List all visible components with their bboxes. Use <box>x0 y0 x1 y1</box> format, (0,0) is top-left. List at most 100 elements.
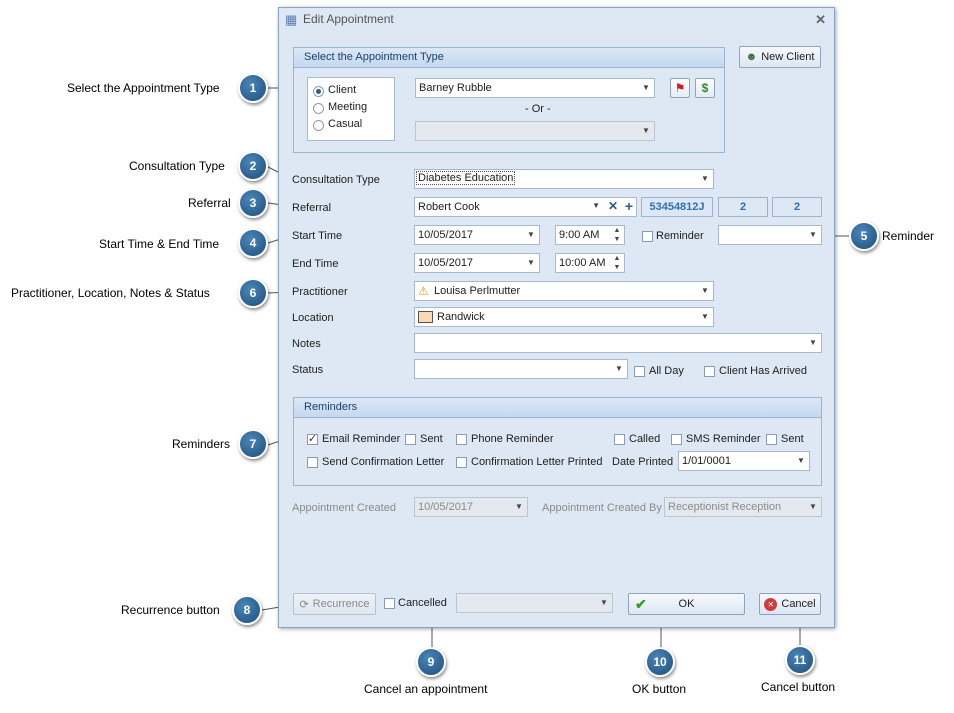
practitioner-select[interactable]: ⚠ Louisa Perlmutter ▼ <box>414 281 714 301</box>
date-printed-value: 1/01/0001 <box>682 455 731 467</box>
start-time-spinner[interactable]: 9:00 AM ▲ ▼ <box>555 225 625 245</box>
new-client-label: New Client <box>761 51 815 63</box>
radio-meeting-label: Meeting <box>328 101 368 113</box>
reminder-checkbox[interactable] <box>642 231 653 242</box>
client-arrived-label: Client Has Arrived <box>719 365 808 377</box>
location-color-swatch <box>418 311 433 323</box>
chevron-down-icon: ▼ <box>600 598 608 607</box>
spin-arrows-icon[interactable]: ▲ ▼ <box>612 226 622 244</box>
appointment-created-field: 10/05/2017 ▼ <box>414 497 528 517</box>
referral-value: Robert Cook <box>418 201 480 213</box>
client-arrived-checkbox[interactable] <box>704 366 715 377</box>
cancelled-checkbox[interactable] <box>384 598 395 609</box>
title-bar[interactable]: ▦ Edit Appointment ✕ <box>279 8 834 32</box>
callout-label-cancel-appointment: Cancel an appointment <box>364 682 488 696</box>
referral-id: 53454812J <box>641 197 713 217</box>
chevron-down-icon: ▼ <box>527 258 535 267</box>
callout-label-ok: OK button <box>632 682 687 696</box>
chevron-down-icon: ▼ <box>809 502 817 511</box>
ok-button[interactable]: ✔ OK <box>628 593 745 615</box>
end-time-spinner[interactable]: 10:00 AM ▲ ▼ <box>555 253 625 273</box>
sms-reminder-checkbox[interactable] <box>671 434 682 445</box>
radio-casual-label: Casual <box>328 118 363 130</box>
new-client-button[interactable]: ☻ New Client <box>739 46 821 68</box>
phone-reminder-checkbox[interactable] <box>456 434 467 445</box>
calendar-icon: ▦ <box>285 12 298 27</box>
reminder-label: Reminder <box>656 230 704 242</box>
spin-arrows-icon[interactable]: ▲ ▼ <box>612 254 622 272</box>
callout-label-consultation-type: Consultation Type <box>129 159 225 173</box>
email-reminder-checkbox[interactable] <box>307 432 318 445</box>
add-icon[interactable]: + <box>625 198 633 214</box>
confirmation-printed-label: Confirmation Letter Printed <box>471 456 603 468</box>
location-value: Randwick <box>437 311 485 323</box>
chevron-down-icon: ▼ <box>701 174 709 183</box>
all-day-checkbox[interactable] <box>634 366 645 377</box>
client-select[interactable]: Barney Rubble ▼ <box>415 78 655 98</box>
appointment-type-group: Select the Appointment Type Client Meeti… <box>293 47 725 153</box>
status-select[interactable]: ▼ <box>414 359 628 379</box>
practitioner-label: Practitioner <box>292 286 348 298</box>
date-printed-picker[interactable]: 1/01/0001 ▼ <box>678 451 810 471</box>
referral-count-2: 2 <box>772 197 822 217</box>
location-label: Location <box>292 312 334 324</box>
radio-client[interactable] <box>313 86 324 97</box>
warning-icon: ⚠ <box>418 284 429 298</box>
appointment-created-by-value: Receptionist Reception <box>668 501 782 513</box>
other-appointment-select[interactable]: ▼ <box>415 121 655 141</box>
notes-label: Notes <box>292 338 321 350</box>
sms-reminder-label: SMS Reminder <box>686 433 761 445</box>
callout-badge-5: 5 <box>849 221 879 251</box>
appointment-created-label: Appointment Created <box>292 502 396 514</box>
recurrence-button[interactable]: ⟳ Recurrence <box>293 593 376 615</box>
email-sent-checkbox[interactable] <box>405 434 416 445</box>
chevron-down-icon: ▼ <box>642 126 650 135</box>
callout-badge-4: 4 <box>238 228 268 258</box>
callout-label-cancel: Cancel button <box>761 680 836 694</box>
clear-icon[interactable]: ✕ <box>608 199 618 213</box>
sms-sent-checkbox[interactable] <box>766 434 777 445</box>
callout-badge-6: 6 <box>238 278 268 308</box>
reminders-header: Reminders <box>294 398 821 418</box>
called-checkbox[interactable] <box>614 434 625 445</box>
send-confirmation-checkbox[interactable] <box>307 457 318 468</box>
start-time-label: Start Time <box>292 230 343 242</box>
notes-input[interactable]: ▼ <box>414 333 822 353</box>
flag-button[interactable]: ⚑ <box>670 78 690 98</box>
reminder-select[interactable]: ▼ <box>718 225 822 245</box>
consultation-type-value: Diabetes Education <box>415 171 516 185</box>
consultation-type-label: Consultation Type <box>292 174 380 186</box>
radio-casual[interactable] <box>313 120 324 131</box>
email-sent-label: Sent <box>420 433 443 445</box>
chevron-down-icon: ▼ <box>515 502 523 511</box>
chevron-down-icon: ▼ <box>809 230 817 239</box>
checkmark-icon: ✔ <box>635 595 647 612</box>
confirmation-printed-checkbox[interactable] <box>456 457 467 468</box>
billing-button[interactable]: $ <box>695 78 715 98</box>
end-date-picker[interactable]: 10/05/2017 ▼ <box>414 253 540 273</box>
location-select[interactable]: Randwick ▼ <box>414 307 714 327</box>
chevron-down-icon: ▼ <box>797 456 805 465</box>
callout-badge-11: 11 <box>785 645 815 675</box>
status-label: Status <box>292 364 324 376</box>
callout-label-reminders: Reminders <box>172 437 231 451</box>
start-date-picker[interactable]: 10/05/2017 ▼ <box>414 225 540 245</box>
chevron-down-icon: ▼ <box>642 83 650 92</box>
radio-meeting[interactable] <box>313 103 324 114</box>
cancelled-label: Cancelled <box>398 597 447 609</box>
callout-label-referral: Referral <box>188 196 231 210</box>
sms-sent-label: Sent <box>781 433 804 445</box>
callout-badge-3: 3 <box>238 188 268 218</box>
callout-badge-7: 7 <box>238 429 268 459</box>
close-icon[interactable]: ✕ <box>815 12 826 28</box>
cancel-reason-select[interactable]: ▼ <box>456 593 613 613</box>
send-confirmation-label: Send Confirmation Letter <box>322 456 445 468</box>
referral-select[interactable]: Robert Cook ▼ ✕ + <box>414 197 637 217</box>
flag-icon: ⚑ <box>674 81 686 95</box>
cancel-button[interactable]: ✕ Cancel <box>759 593 821 615</box>
callout-badge-10: 10 <box>645 647 675 677</box>
callout-label-practitioner: Practitioner, Location, Notes & Status <box>11 286 210 300</box>
callout-label-reminder: Reminder <box>882 229 935 243</box>
client-select-value: Barney Rubble <box>419 82 492 94</box>
consultation-type-select[interactable]: Diabetes Education ▼ <box>414 169 714 189</box>
